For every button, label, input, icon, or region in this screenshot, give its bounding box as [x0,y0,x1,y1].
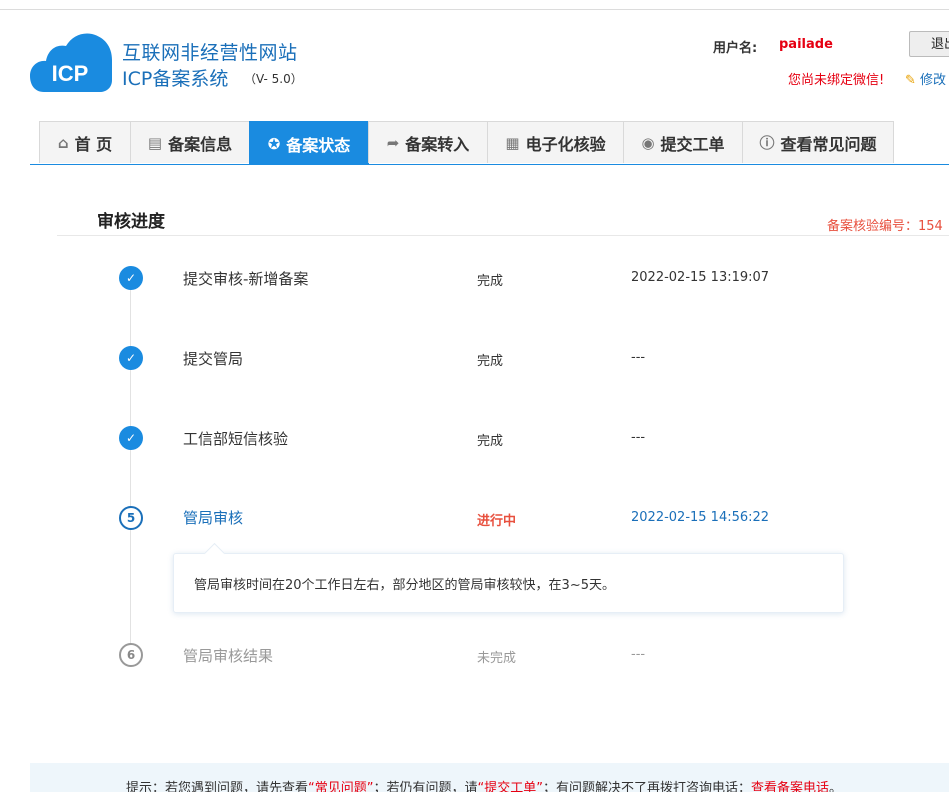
nav-submit-ticket[interactable]: ◉ 提交工单 [623,121,743,163]
section-title: 审核进度 [97,212,165,232]
ticket-link[interactable]: “提交工单” [478,781,543,792]
username-value: pailade [779,37,833,52]
nav-home[interactable]: ⌂ 首 页 [39,121,131,163]
user-icon: ◉ [641,133,655,152]
nav-filing-info-label: 备案信息 [168,134,233,154]
document-icon: ▤ [147,133,163,152]
nav-filing-status[interactable]: ✪ 备案状态 [249,121,369,165]
system-title: ICP备案系统 [122,68,229,90]
nav-filing-status-label: 备案状态 [286,135,351,155]
step-name: 提交管局 [183,350,244,368]
step-status: 完成 [477,354,504,369]
nav-faq[interactable]: ⓘ 查看常见问题 [742,121,894,163]
step-time: 2022-02-15 14:56:22 [631,510,770,525]
nav-faq-label: 查看常见问题 [780,134,877,154]
step-name: 提交审核-新增备案 [183,270,309,288]
verification-number: 备案核验编号：154 [827,219,943,234]
nav-e-verification-label: 电子化核验 [525,134,606,154]
edit-label: 修改 [920,73,947,88]
top-border [0,9,949,10]
phone-link[interactable]: 查看备案电话 [751,781,829,792]
pencil-icon: ✎ [905,73,916,88]
nav-submit-ticket-label: 提交工单 [660,134,725,154]
clipboard-icon: ▦ [505,133,520,152]
timeline-line [130,278,131,656]
footer-after-ticket: ；有问题解决不了再拨打咨询电话： [543,781,752,792]
step-time: --- [631,350,646,365]
footer-middle: ；若仍有问题，请 [373,781,478,792]
site-title: 互联网非经营性网站 [122,42,298,64]
step-name: 管局审核 [183,509,244,527]
step-time: --- [631,430,646,445]
nav-filing-transfer[interactable]: ➦ 备案转入 [368,121,488,163]
step-time: 2022-02-15 13:19:07 [631,270,770,285]
step-number-icon: 5 [119,506,143,530]
section-divider [57,235,949,236]
nav-home-label: 首 页 [74,134,113,154]
nav-underline [30,164,949,165]
logo-badge-text: ICP [52,61,89,86]
step-number-icon: 6 [119,643,143,667]
question-icon: ⓘ [759,134,775,152]
icp-cloud-logo: ICP [30,33,112,92]
home-icon: ⌂ [57,133,69,152]
check-icon: ✓ [119,346,143,370]
tip-arrow [203,542,226,565]
wechat-bind-warning[interactable]: 您尚未绑定微信! [788,69,884,88]
check-icon: ✓ [119,426,143,450]
logout-button[interactable]: 退出 [909,31,949,57]
tip-text: 管局审核时间在20个工作日左右，部分地区的管局审核较快，在3~5天。 [194,578,615,593]
check-icon: ✓ [119,266,143,290]
share-arrow-icon: ➦ [386,133,400,152]
edit-link[interactable]: ✎ 修改 [905,69,946,88]
step-time: --- [631,647,646,662]
step-status: 未完成 [477,651,517,666]
step-status: 进行中 [477,514,517,529]
main-nav: ⌂ 首 页 ▤ 备案信息 ✪ 备案状态 ➦ 备案转入 ▦ 电子化核验 ◉ 提交工… [39,121,894,165]
nav-e-verification[interactable]: ▦ 电子化核验 [487,121,624,163]
footer-end: 。 [829,781,843,792]
step-name: 管局审核结果 [183,647,274,665]
version-label: （V- 5.0） [244,72,303,86]
nav-filing-info[interactable]: ▤ 备案信息 [130,121,250,163]
step-tip-box: 管局审核时间在20个工作日左右，部分地区的管局审核较快，在3~5天。 [173,542,844,613]
step-status: 完成 [477,274,504,289]
username-label: 用户名: [713,41,758,56]
lifebuoy-icon: ✪ [267,134,281,153]
step-name: 工信部短信核验 [183,430,289,448]
footer-prefix: 提示：若您遇到问题，请先查看 [126,781,309,792]
step-status: 完成 [477,434,504,449]
footer-notice: 提示：若您遇到问题，请先查看“常见问题”；若仍有问题，请“提交工单”；有问题解决… [30,763,949,792]
nav-filing-transfer-label: 备案转入 [405,134,470,154]
faq-link[interactable]: “常见问题” [308,781,373,792]
footer-text: 提示：若您遇到问题，请先查看“常见问题”；若仍有问题，请“提交工单”；有问题解决… [126,777,842,792]
